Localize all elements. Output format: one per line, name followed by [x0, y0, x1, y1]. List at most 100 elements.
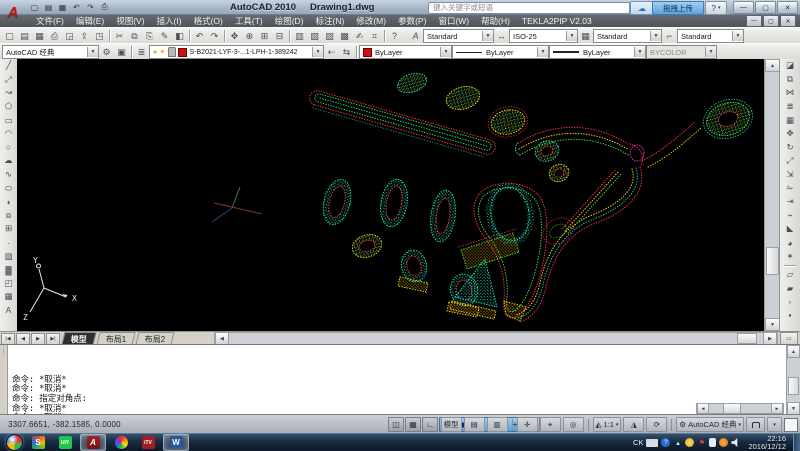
menu-item[interactable]: 文件(F): [30, 15, 70, 27]
layer-combo[interactable]: ● ☀ S-B2021-LYF-3-...1-LPH-1-389242 ▼: [149, 45, 324, 59]
upload-button[interactable]: 拖拽上传: [652, 1, 704, 15]
pan-tool-icon[interactable]: ✛: [517, 417, 538, 432]
cut-icon[interactable]: ✂: [112, 29, 127, 43]
phone-tray-icon[interactable]: [709, 438, 716, 447]
volume-icon[interactable]: [731, 438, 740, 447]
quickview-layouts-icon[interactable]: ▤: [464, 417, 485, 432]
menu-item[interactable]: 插入(I): [151, 15, 188, 27]
line-icon[interactable]: ╱: [2, 59, 16, 73]
new-icon[interactable]: ▢: [2, 29, 17, 43]
polyline-icon[interactable]: ↝: [2, 86, 16, 100]
plot-icon[interactable]: ⎙: [47, 29, 62, 43]
help-icon[interactable]: ?: [387, 29, 402, 43]
help-button[interactable]: ?▾: [705, 1, 727, 15]
rectangle-icon[interactable]: ▭: [2, 113, 16, 127]
qat-new-icon[interactable]: ▢: [28, 2, 41, 13]
workspace-switcher[interactable]: ⚙ AutoCAD 经典 ▾: [676, 417, 744, 432]
close-button[interactable]: ✕: [777, 1, 798, 14]
menu-item[interactable]: 工具(T): [229, 15, 269, 27]
copy-icon[interactable]: ⧉: [783, 73, 797, 87]
match-properties-icon[interactable]: ✎: [157, 29, 172, 43]
tab-first-icon[interactable]: |◀: [1, 333, 15, 345]
export-icon[interactable]: ◳: [92, 29, 107, 43]
qat-save-icon[interactable]: ▦: [56, 2, 69, 13]
scrollbar-thumb[interactable]: [766, 247, 779, 275]
chamfer-icon[interactable]: ◣: [783, 222, 797, 236]
doc-minimize-button[interactable]: —: [746, 15, 762, 27]
combo-arrow-icon[interactable]: ▼: [566, 31, 577, 41]
mirror-icon[interactable]: ⋈: [783, 86, 797, 100]
multiline-text-icon[interactable]: A: [2, 304, 16, 318]
rotate-icon[interactable]: ↻: [783, 141, 797, 155]
show-desktop-button[interactable]: [793, 434, 800, 451]
block-editor-icon[interactable]: ◧: [172, 29, 187, 43]
autocad-taskbar-button[interactable]: A: [80, 434, 106, 451]
hatch-icon[interactable]: ▨: [2, 249, 16, 263]
combo-arrow-icon[interactable]: ▼: [312, 47, 323, 57]
tray-overflow-icon[interactable]: ▴: [673, 438, 682, 447]
menu-item[interactable]: 帮助(H): [475, 15, 516, 27]
paste-icon[interactable]: ⎘: [142, 29, 157, 43]
erase-icon[interactable]: ◪: [783, 59, 797, 73]
scroll-up-icon[interactable]: ▲: [765, 59, 780, 72]
scroll-right-icon[interactable]: ▶: [771, 403, 783, 414]
explode-icon[interactable]: ✶: [783, 249, 797, 263]
scroll-left-icon[interactable]: ◀: [697, 403, 709, 414]
tool-palettes-icon[interactable]: ▨: [322, 29, 337, 43]
markup-icon[interactable]: ✍: [352, 29, 367, 43]
annotation-auto-icon[interactable]: ⟳: [646, 417, 667, 432]
menu-item[interactable]: 参数(P): [392, 15, 432, 27]
coin-tray-icon[interactable]: [685, 438, 694, 447]
text-style-combo[interactable]: Standard▼: [423, 29, 494, 43]
menu-item[interactable]: 标注(N): [310, 15, 351, 27]
zoom-realtime-icon[interactable]: ⊕: [242, 29, 257, 43]
menu-item[interactable]: 格式(O): [188, 15, 229, 27]
clean-screen-button[interactable]: [784, 418, 798, 432]
stretch-icon[interactable]: ⇲: [783, 168, 797, 182]
separator[interactable]: [224, 30, 225, 42]
scrollbar-thumb[interactable]: [737, 333, 757, 344]
quickcalc-icon[interactable]: ⌗: [367, 29, 382, 43]
cloud-icon[interactable]: ☁: [630, 1, 654, 15]
mleader-style-combo[interactable]: Standard▼: [677, 29, 744, 43]
qat-plot-icon[interactable]: ⎙: [98, 2, 111, 13]
tab-last-icon[interactable]: ▶|: [46, 333, 60, 345]
ime-indicator[interactable]: CK: [633, 438, 643, 447]
sogou-taskbar-button[interactable]: S: [26, 435, 50, 450]
redo-icon[interactable]: ↷: [207, 29, 222, 43]
ortho-toggle[interactable]: ∟: [422, 417, 438, 432]
table-icon[interactable]: ▦: [2, 290, 16, 304]
autocad-logo-icon[interactable]: A: [2, 1, 24, 23]
restore-button[interactable]: ▢: [755, 1, 776, 14]
dim-style-combo[interactable]: ISO-25▼: [509, 29, 578, 43]
taskbar-clock[interactable]: 22:16 2016/12/12: [748, 435, 786, 451]
workspace-save-icon[interactable]: ▣: [114, 45, 129, 59]
menu-item[interactable]: 窗口(W): [432, 15, 475, 27]
separator[interactable]: [109, 30, 110, 42]
combo-arrow-icon[interactable]: ▼: [634, 47, 645, 57]
undo-icon[interactable]: ↶: [192, 29, 207, 43]
sheet-set-icon[interactable]: ▩: [337, 29, 352, 43]
ellipse-icon[interactable]: ⬭: [2, 181, 16, 195]
snap-toggle[interactable]: ◫: [388, 417, 404, 432]
insert-block-icon[interactable]: ⧈: [2, 209, 16, 223]
polygon-icon[interactable]: ⬠: [2, 100, 16, 114]
draworder-above-icon[interactable]: ▫: [783, 295, 797, 309]
grid-toggle[interactable]: ▦: [405, 417, 421, 432]
search-input[interactable]: 键入关键字或短语: [428, 2, 630, 14]
offset-icon[interactable]: ≣: [783, 100, 797, 114]
arc-icon[interactable]: ◠: [2, 127, 16, 141]
open-icon[interactable]: ▤: [17, 29, 32, 43]
table-style-combo[interactable]: Standard▼: [593, 29, 662, 43]
properties-icon[interactable]: ▥: [292, 29, 307, 43]
region-icon[interactable]: ◰: [2, 277, 16, 291]
pan-icon[interactable]: ✥: [227, 29, 242, 43]
separator[interactable]: [384, 30, 385, 42]
tab-prev-icon[interactable]: ◀: [16, 333, 30, 345]
ellipse-arc-icon[interactable]: ◖: [2, 195, 16, 209]
designcenter-icon[interactable]: ▧: [307, 29, 322, 43]
menu-item[interactable]: 编辑(E): [70, 15, 110, 27]
lock-icon[interactable]: [746, 417, 765, 432]
command-vertical-scrollbar[interactable]: ▲ ▼: [786, 345, 800, 415]
fillet-icon[interactable]: ◕: [783, 236, 797, 250]
